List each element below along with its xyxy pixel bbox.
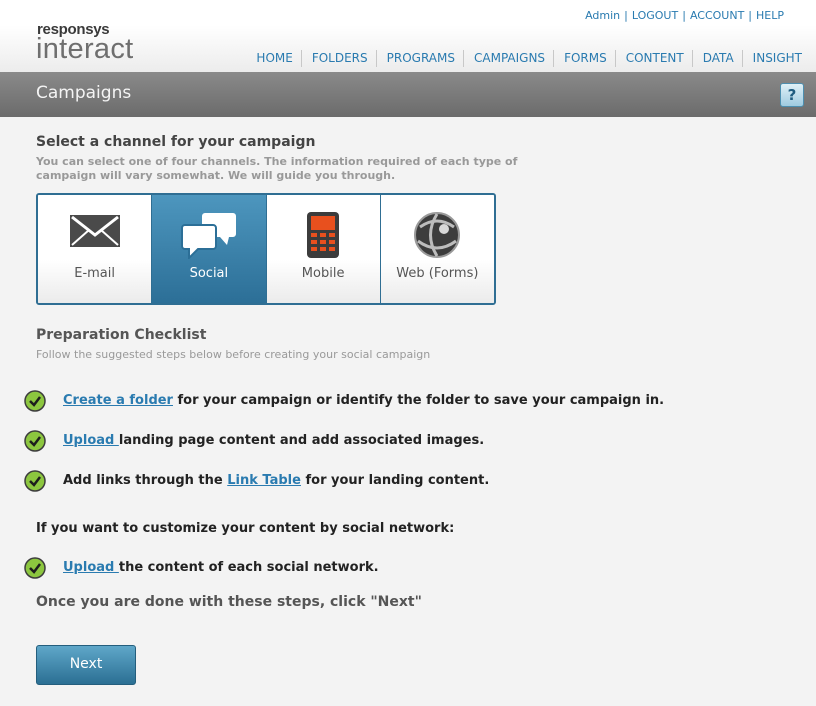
checklist-item-text: landing page content and add associated … (118, 433, 485, 448)
channel-web-forms[interactable]: Web (Forms) (379, 195, 494, 303)
nav-campaigns[interactable]: CAMPAIGNS (463, 50, 553, 67)
channel-web-forms-label: Web (Forms) (396, 266, 479, 281)
create-folder-link[interactable]: Create a folder (63, 393, 173, 408)
nav-data[interactable]: DATA (691, 50, 742, 67)
checklist-heading: Preparation Checklist (36, 327, 207, 343)
channel-selector: E-mail Social Mobile Web (Forms) (36, 193, 496, 305)
channel-email[interactable]: E-mail (38, 195, 152, 303)
divider: | (682, 9, 686, 22)
checklist-item-text: Add links through the (63, 473, 228, 488)
link-table-link[interactable]: Link Table (227, 473, 301, 488)
channel-social[interactable]: Social (151, 195, 266, 303)
nav-programs[interactable]: PROGRAMS (375, 50, 463, 67)
nav-folders[interactable]: FOLDERS (300, 50, 376, 67)
channel-social-label: Social (189, 266, 229, 281)
checklist-item-text: for your campaign or identify the folder… (172, 393, 665, 408)
channel-heading: Select a channel for your campaign (36, 134, 316, 150)
checklist-subtext: Follow the suggested steps below before … (36, 348, 431, 361)
check-icon (24, 470, 46, 492)
logout-link[interactable]: LOGOUT (632, 9, 678, 22)
channel-mobile-label: Mobile (301, 266, 345, 281)
divider: | (748, 9, 753, 22)
check-icon (24, 430, 46, 452)
app-header: responsys interact Admin | LOGOUT | ACCOUNT |… (0, 0, 816, 72)
page-title: Campaigns (36, 83, 132, 103)
account-link[interactable]: ACCOUNT (690, 9, 744, 22)
nav-content[interactable]: CONTENT (614, 50, 692, 67)
divider: | (624, 9, 628, 22)
channel-email-label: E-mail (74, 266, 115, 281)
channel-mobile[interactable]: Mobile (265, 195, 380, 303)
help-button[interactable]: ? (780, 83, 804, 107)
next-button[interactable]: Next (36, 645, 136, 685)
check-icon (24, 557, 46, 579)
upload-social-link[interactable]: Upload (63, 560, 119, 575)
checklist-item-text: the content of each social network. (118, 560, 379, 575)
envelope-icon (69, 215, 120, 247)
mobile-phone-icon (307, 212, 340, 258)
check-icon (24, 390, 46, 412)
logo-product: interact (36, 33, 134, 65)
channel-subtext: You can select one of four channels. The… (36, 155, 518, 182)
customize-heading: If you want to customize your content by… (36, 521, 455, 536)
upload-landing-link[interactable]: Upload (63, 433, 119, 448)
speech-bubbles-icon (180, 213, 236, 259)
main-nav: HOME FOLDERS PROGRAMS CAMPAIGNS FORMS CO… (246, 50, 810, 67)
nav-home[interactable]: HOME (246, 50, 300, 67)
checklist-item-text: for your landing content. (300, 473, 490, 488)
nav-forms[interactable]: FORMS (553, 50, 615, 67)
nav-insight[interactable]: INSIGHT (741, 50, 810, 67)
help-link[interactable]: HELP (756, 9, 784, 22)
globe-icon (414, 212, 461, 258)
done-instruction: Once you are done with these steps, clic… (36, 594, 422, 610)
utility-links: Admin | LOGOUT | ACCOUNT | HELP (585, 9, 784, 22)
page-title-bar: Campaigns (0, 72, 816, 117)
admin-link[interactable]: Admin (585, 9, 620, 22)
